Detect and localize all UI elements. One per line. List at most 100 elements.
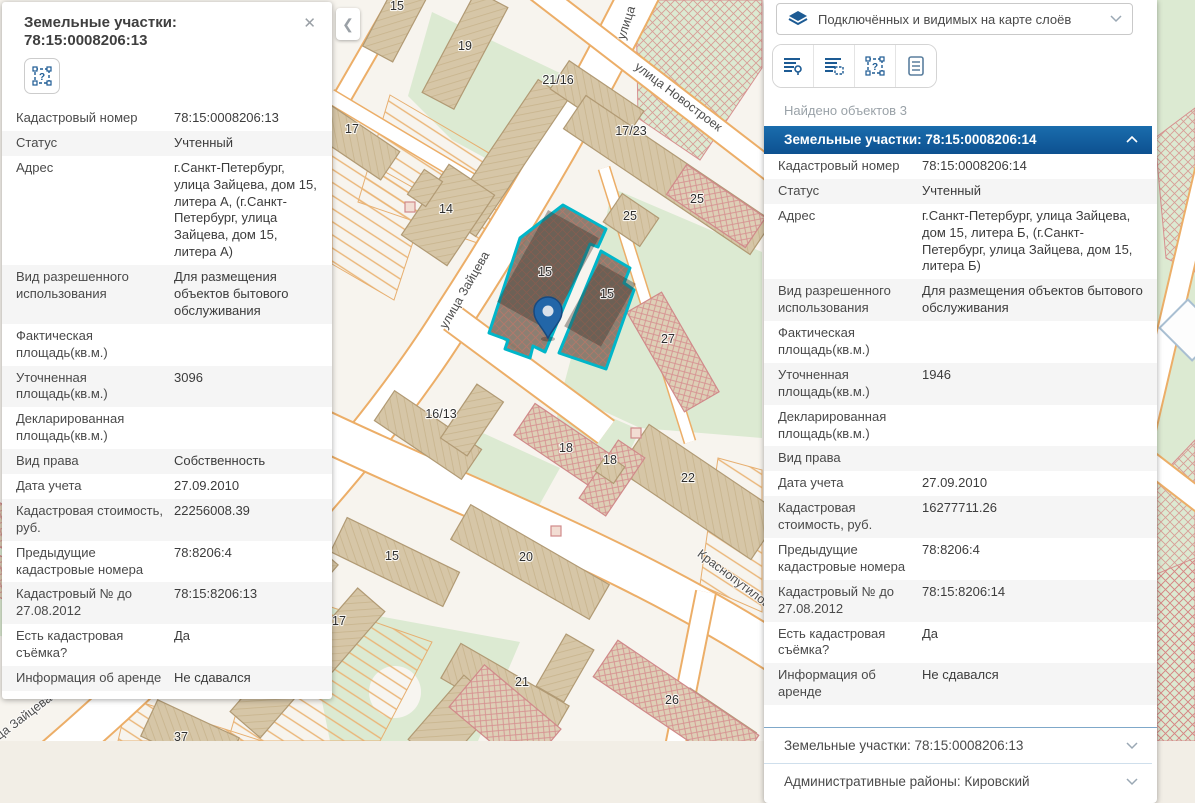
info-row: Информация об арендеНе сдавался xyxy=(764,663,1157,705)
info-row: СтатусУчтенный xyxy=(764,179,1157,204)
row-value: 78:15:0008206:14 xyxy=(922,158,1143,175)
info-row: Декларированная площадь(кв.м.) xyxy=(2,407,332,449)
row-value: 78:15:0008206:13 xyxy=(174,110,318,127)
bldg-label: 25 xyxy=(623,209,637,223)
search-by-address-button[interactable] xyxy=(773,45,814,87)
info-row: Кадастровый номер78:15:0008206:14 xyxy=(764,154,1157,179)
row-label: Фактическая площадь(кв.м.) xyxy=(16,328,174,362)
row-label: Кадастровый № до 27.08.2012 xyxy=(778,584,922,618)
row-value: 22256008.39 xyxy=(174,503,318,537)
row-value: Учтенный xyxy=(174,135,318,152)
row-label: Кадастровая стоимость, руб. xyxy=(778,500,922,534)
info-row: Кадастровая стоимость, руб.22256008.39 xyxy=(2,499,332,541)
bldg-label: 16/13 xyxy=(425,407,456,421)
row-label: Статус xyxy=(16,135,174,152)
bldg-label: 15 xyxy=(538,265,552,279)
bldg-label: 37 xyxy=(174,730,188,741)
search-results-panel: Подключённых и видимых на карте слоёв xyxy=(764,0,1157,803)
chevron-down-icon xyxy=(1110,15,1122,23)
collapsed-result-header[interactable]: Административные районы: Кировский xyxy=(764,763,1152,799)
row-label: Кадастровый номер xyxy=(16,110,174,127)
row-value: 1946 xyxy=(922,367,1143,401)
identify-tool-button[interactable]: ? xyxy=(855,45,896,87)
info-row: Вид разрешенного использованияДля размещ… xyxy=(764,279,1157,321)
row-value xyxy=(922,409,1143,443)
layers-dropdown-label: Подключённых и видимых на карте слоёв xyxy=(818,12,1101,27)
layers-dropdown[interactable]: Подключённых и видимых на карте слоёв xyxy=(776,3,1133,35)
bldg-label: 21/16 xyxy=(542,73,573,87)
row-label: Декларированная площадь(кв.м.) xyxy=(16,411,174,445)
row-label: Декларированная площадь(кв.м.) xyxy=(778,409,922,443)
row-value xyxy=(922,450,1143,467)
active-result-header[interactable]: Земельные участки: 78:15:0008206:14 xyxy=(764,126,1152,154)
row-value xyxy=(922,325,1143,359)
results-list-button[interactable] xyxy=(896,45,936,87)
bldg-label: 17 xyxy=(332,614,346,628)
info-row: Кадастровый № до 27.08.201278:15:8206:13 xyxy=(2,582,332,624)
identify-area-button[interactable]: ? xyxy=(24,58,60,94)
info-row: Кадастровый № до 27.08.201278:15:8206:14 xyxy=(764,580,1157,622)
bldg-label: 17/23 xyxy=(615,124,646,138)
collapse-panel-button[interactable]: ❮ xyxy=(336,8,360,40)
close-icon[interactable]: ✕ xyxy=(299,14,320,33)
bldg-label: 18 xyxy=(559,441,573,455)
row-value: Да xyxy=(174,628,318,662)
parcel-info-panel: Земельные участки: 78:15:0008206:13 ✕ ? … xyxy=(2,2,332,699)
row-value: 27.09.2010 xyxy=(922,475,1143,492)
row-label: Дата учета xyxy=(778,475,922,492)
info-row: Кадастровый номер78:15:0008206:13 xyxy=(2,106,332,131)
info-row: Информация об арендеНе сдавался xyxy=(2,666,332,691)
row-label: Есть кадастровая съёмка? xyxy=(778,626,922,660)
row-value: 78:8206:4 xyxy=(174,545,318,579)
chevron-up-icon xyxy=(1126,136,1138,144)
bldg-label: 15 xyxy=(385,549,399,563)
bldg-label: 14 xyxy=(439,202,453,216)
row-value: Учтенный xyxy=(922,183,1143,200)
collapsed-result-title: Земельные участки: 78:15:0008206:13 xyxy=(784,738,1023,753)
row-label: Дата учета xyxy=(16,478,174,495)
row-label: Вид разрешенного использования xyxy=(16,269,174,320)
result-attributes: Кадастровый номер78:15:0008206:14СтатусУ… xyxy=(764,154,1157,713)
info-row: Декларированная площадь(кв.м.) xyxy=(764,405,1157,447)
row-value: Не сдавался xyxy=(174,670,318,687)
bldg-label: 17 xyxy=(345,122,359,136)
bldg-label: 18 xyxy=(603,453,617,467)
info-row: Предыдущие кадастровые номера78:8206:4 xyxy=(2,541,332,583)
row-label: Вид права xyxy=(16,453,174,470)
row-label: Кадастровый № до 27.08.2012 xyxy=(16,586,174,620)
search-by-area-button[interactable] xyxy=(814,45,855,87)
info-row: Фактическая площадь(кв.м.) xyxy=(764,321,1157,363)
info-row: Кадастровая стоимость, руб.16277711.26 xyxy=(764,496,1157,538)
identify-area-icon: ? xyxy=(864,55,886,77)
info-row: Вид права xyxy=(764,446,1157,471)
row-value: 78:15:8206:13 xyxy=(174,586,318,620)
row-label: Адрес xyxy=(778,208,922,276)
bldg-label: 22 xyxy=(681,471,695,485)
row-label: Информация об аренде xyxy=(16,670,174,687)
info-row: Есть кадастровая съёмка?Да xyxy=(764,622,1157,664)
row-value xyxy=(174,328,318,362)
panel-title: Земельные участки: 78:15:0008206:13 xyxy=(24,14,299,50)
bldg-label: 27 xyxy=(661,332,675,346)
bldg-label: 15 xyxy=(600,287,614,301)
row-label: Кадастровый номер xyxy=(778,158,922,175)
document-icon xyxy=(906,55,926,77)
row-value: 16277711.26 xyxy=(922,500,1143,534)
info-row: Фактическая площадь(кв.м.) xyxy=(2,324,332,366)
collapsed-result-title: Административные районы: Кировский xyxy=(784,774,1030,789)
bldg-label: 20 xyxy=(519,550,533,564)
chevron-down-icon xyxy=(1126,742,1138,750)
info-row: Адресг.Санкт-Петербург, улица Зайцева, д… xyxy=(764,204,1157,280)
row-label: Статус xyxy=(778,183,922,200)
row-label: Предыдущие кадастровые номера xyxy=(16,545,174,579)
bldg-label: 15 xyxy=(390,0,404,13)
row-value: Не сдавался xyxy=(922,667,1143,701)
list-rect-icon xyxy=(823,56,845,76)
collapsed-result-header[interactable]: Земельные участки: 78:15:0008206:13 xyxy=(764,728,1152,763)
info-row: Уточненная площадь(кв.м.)3096 xyxy=(2,366,332,408)
row-label: Кадастровая стоимость, руб. xyxy=(16,503,174,537)
bldg-label: 25 xyxy=(690,192,704,206)
bldg-label: 21 xyxy=(515,675,529,689)
search-toolbar: ? xyxy=(772,44,937,88)
row-label: Вид права xyxy=(778,450,922,467)
